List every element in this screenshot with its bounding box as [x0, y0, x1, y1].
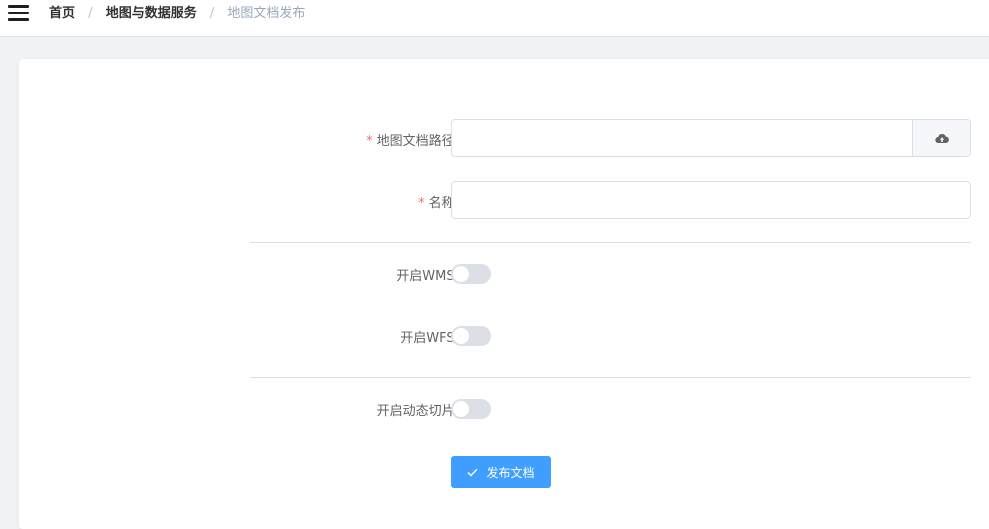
dynamic-tile-switch[interactable]: [451, 399, 491, 419]
path-input-group: [451, 119, 971, 157]
path-label-text: 地图文档路径:: [376, 134, 459, 149]
divider: [250, 377, 971, 378]
name-input-box: [451, 181, 971, 219]
required-mark: *: [366, 134, 373, 149]
publish-button[interactable]: 发布文档: [451, 456, 551, 488]
required-mark: *: [418, 196, 425, 211]
hamburger-menu-icon[interactable]: [8, 4, 30, 22]
switch-knob: [453, 328, 469, 344]
breadcrumb-separator: /: [88, 6, 93, 21]
path-label: * 地图文档路径:: [366, 130, 459, 149]
name-input[interactable]: [452, 182, 970, 218]
wms-switch[interactable]: [451, 264, 491, 284]
divider: [250, 242, 971, 243]
breadcrumb-current: 地图文档发布: [227, 6, 306, 21]
check-icon: [467, 468, 478, 477]
wms-label: 开启WMS:: [396, 269, 459, 284]
cloud-upload-icon: [934, 133, 949, 143]
upload-button[interactable]: [912, 120, 970, 156]
switch-knob: [453, 401, 469, 417]
path-input[interactable]: [452, 120, 914, 156]
publish-form-card: * 地图文档路径: * 名称: 开启WMS: 开启WFS: 开启动态切片: 发布…: [19, 59, 989, 529]
wfs-switch[interactable]: [451, 326, 491, 346]
breadcrumb-home[interactable]: 首页: [49, 6, 75, 21]
top-navbar: 首页 / 地图与数据服务 / 地图文档发布: [0, 0, 989, 37]
switch-knob: [453, 266, 469, 282]
dynamic-tile-label: 开启动态切片:: [376, 404, 459, 419]
breadcrumb: 首页 / 地图与数据服务 / 地图文档发布: [49, 5, 305, 22]
breadcrumb-section[interactable]: 地图与数据服务: [106, 6, 197, 21]
publish-button-label: 发布文档: [486, 465, 535, 480]
breadcrumb-separator: /: [209, 6, 215, 21]
